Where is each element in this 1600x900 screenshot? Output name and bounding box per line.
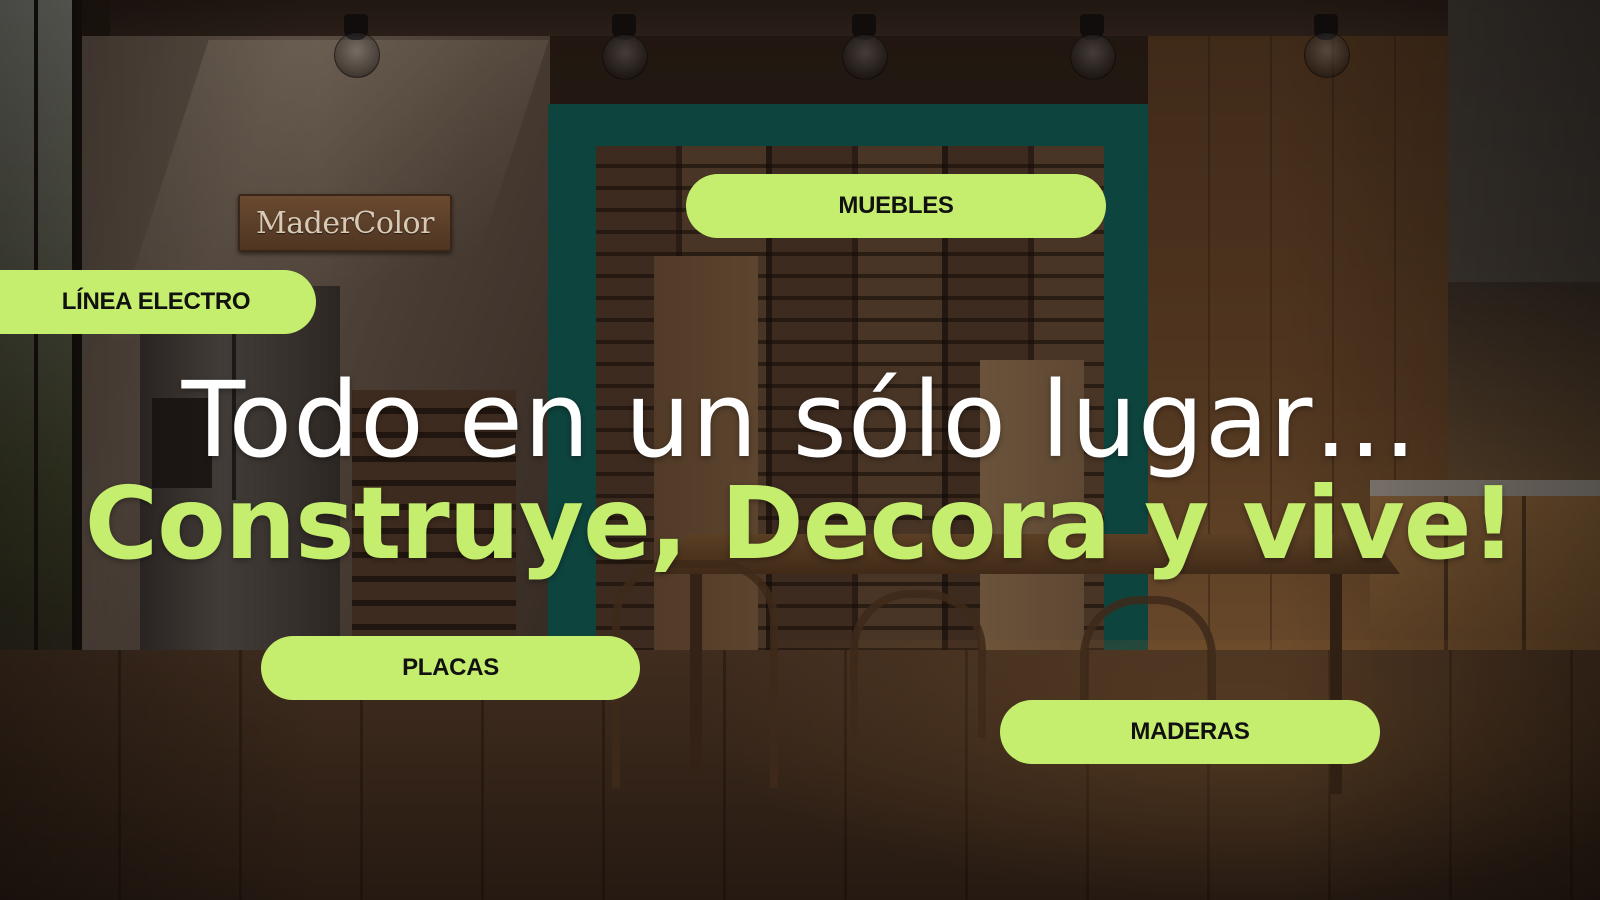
hero-banner: MaderColor MUEBLES LÍNEA ELECTRO PLACAS … bbox=[0, 0, 1600, 900]
placas-button[interactable]: PLACAS bbox=[261, 636, 640, 700]
placas-label: PLACAS bbox=[402, 654, 499, 681]
maderas-button[interactable]: MADERAS bbox=[1000, 700, 1380, 764]
hero-tagline: Construye, Decora y vive! bbox=[84, 465, 1516, 582]
linea-electro-button[interactable]: LÍNEA ELECTRO bbox=[0, 270, 316, 334]
linea-electro-label: LÍNEA ELECTRO bbox=[61, 288, 251, 315]
maderas-label: MADERAS bbox=[1130, 718, 1250, 745]
muebles-label: MUEBLES bbox=[838, 192, 954, 219]
madercolor-logo-sign: MaderColor bbox=[238, 194, 452, 252]
logo-text: MaderColor bbox=[256, 205, 434, 241]
muebles-button[interactable]: MUEBLES bbox=[686, 174, 1106, 238]
hero-headline: Todo en un sólo lugar… bbox=[181, 359, 1419, 481]
